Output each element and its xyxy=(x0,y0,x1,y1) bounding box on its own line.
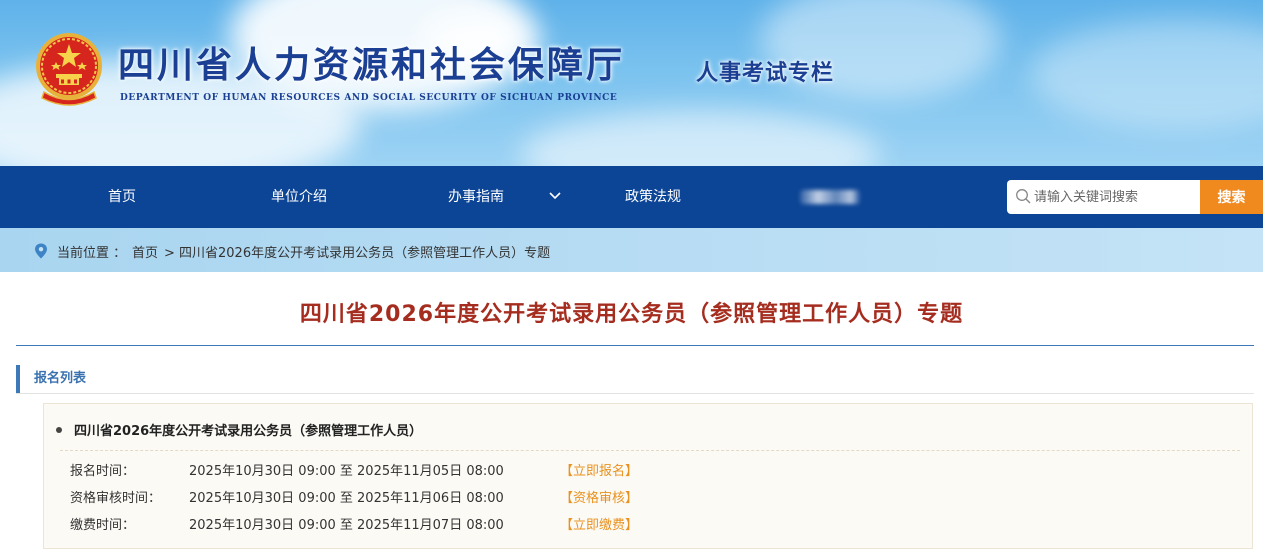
breadcrumb-current: 四川省2026年度公开考试录用公务员（参照管理工作人员）专题 xyxy=(179,246,551,261)
row-label: 报名时间： xyxy=(70,464,136,479)
exam-title: 四川省2026年度公开考试录用公务员（参照管理工作人员） xyxy=(74,424,423,439)
national-emblem-icon xyxy=(36,33,102,106)
row-time: 2025年10月30日 09:00 至 2025年11月06日 08:00 xyxy=(189,491,504,506)
section-title: 报名列表 xyxy=(34,371,87,386)
divider xyxy=(16,345,1254,346)
location-pin-icon xyxy=(35,243,47,259)
schedule-row-payment: 缴费时间： 2025年10月30日 09:00 至 2025年11月07日 08… xyxy=(44,514,1254,534)
column-title: 人事考试专栏 xyxy=(696,60,835,86)
search-box xyxy=(1007,180,1200,214)
bullet-icon xyxy=(56,427,62,433)
nav-item-obscured[interactable] xyxy=(800,190,860,204)
row-time: 2025年10月30日 09:00 至 2025年11月05日 08:00 xyxy=(189,464,504,479)
exam-card: 四川省2026年度公开考试录用公务员（参照管理工作人员） 报名时间： 2025年… xyxy=(43,403,1253,549)
schedule-row-registration: 报名时间： 2025年10月30日 09:00 至 2025年11月05日 08… xyxy=(44,460,1254,480)
register-now-link[interactable]: 【立即报名】 xyxy=(560,460,638,479)
main-nav: 首页 单位介绍 办事指南 政策法规 搜索 xyxy=(0,166,1263,228)
qualification-review-link[interactable]: 【资格审核】 xyxy=(560,487,638,506)
org-name-english: DEPARTMENT OF HUMAN RESOURCES AND SOCIAL… xyxy=(120,93,618,103)
breadcrumb-prefix: 当前位置 ： xyxy=(57,246,127,261)
section-header: 报名列表 xyxy=(16,365,1254,394)
pay-now-link[interactable]: 【立即缴费】 xyxy=(560,514,638,533)
org-name: 四川省人力资源和社会保障厅 xyxy=(118,44,626,86)
nav-item-policy[interactable]: 政策法规 xyxy=(625,166,681,228)
search-input[interactable] xyxy=(1034,180,1194,214)
search-icon xyxy=(1016,189,1031,204)
section-accent-bar xyxy=(16,365,20,393)
page-title: 四川省2026年度公开考试录用公务员（参照管理工作人员）专题 xyxy=(299,302,964,327)
nav-item-about[interactable]: 单位介绍 xyxy=(271,166,327,228)
breadcrumb: 当前位置 ： 首页 > 四川省2026年度公开考试录用公务员（参照管理工作人员）… xyxy=(0,228,1263,272)
breadcrumb-home-link[interactable]: 首页 xyxy=(132,228,158,272)
divider xyxy=(60,450,1240,451)
cloud-decoration xyxy=(1030,20,1263,130)
header-banner: 四川省人力资源和社会保障厅 DEPARTMENT OF HUMAN RESOUR… xyxy=(0,0,1263,166)
nav-item-home[interactable]: 首页 xyxy=(108,166,136,228)
breadcrumb-separator: > xyxy=(164,246,175,261)
row-label: 缴费时间： xyxy=(70,518,136,533)
nav-item-guide[interactable]: 办事指南 xyxy=(448,166,504,228)
row-label: 资格审核时间： xyxy=(70,491,162,506)
chevron-down-icon[interactable] xyxy=(548,189,562,203)
search-button[interactable]: 搜索 xyxy=(1200,180,1263,214)
row-time: 2025年10月30日 09:00 至 2025年11月07日 08:00 xyxy=(189,518,504,533)
cloud-decoration xyxy=(520,110,880,166)
schedule-row-qualification: 资格审核时间： 2025年10月30日 09:00 至 2025年11月06日 … xyxy=(44,487,1254,507)
